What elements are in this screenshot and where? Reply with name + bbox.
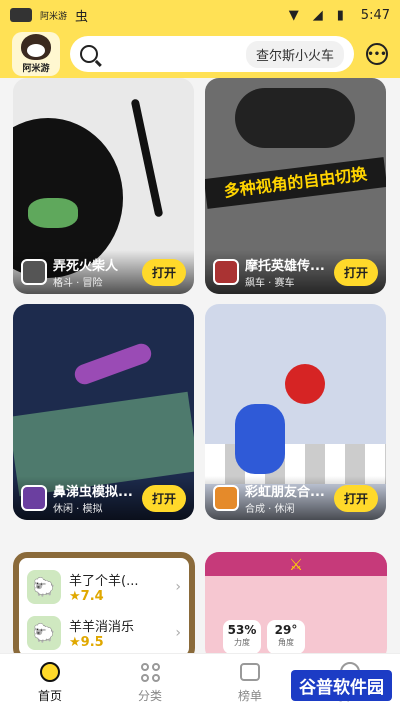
card-info: 摩托英雄传... 飙车 · 赛车 打开 <box>205 250 386 294</box>
card-art <box>235 88 355 148</box>
game-card-moto[interactable]: 多种视角的自由切换 摩托英雄传... 飙车 · 赛车 打开 <box>205 78 386 294</box>
logo-text: 阿米游 <box>22 64 50 74</box>
nav-label: 榜单 <box>237 689 262 703</box>
game-tags: 格斗 · 冒险 <box>53 278 103 289</box>
game-card-slug[interactable]: 鼻涕虫模拟... 休闲 · 模拟 打开 <box>13 304 194 520</box>
chevron-right-icon: › <box>175 579 181 595</box>
game-title: 摩托英雄传... <box>245 259 325 274</box>
stat-value: 53% <box>227 623 257 637</box>
list-item[interactable]: 🐑 羊了个羊(... ★7.4 › <box>27 564 181 610</box>
game-tags: 飙车 · 赛车 <box>245 278 295 289</box>
game-text: 弄死火柴人 格斗 · 冒险 <box>53 255 142 289</box>
nav-category[interactable]: 分类 <box>100 654 200 711</box>
status-small-label: 阿米游 <box>40 11 68 22</box>
card-info: 弄死火柴人 格斗 · 冒险 打开 <box>13 250 194 294</box>
game-icon <box>213 485 239 511</box>
list-text: 羊了个羊(... ★7.4 <box>69 570 175 604</box>
card-art <box>71 340 155 388</box>
stat-box: 29° 角度 <box>267 620 305 653</box>
status-time: 5:47 <box>360 7 390 23</box>
status-left: 阿米游 虫 <box>10 6 88 25</box>
card-art <box>28 198 78 228</box>
card-info: 彩虹朋友合... 合成 · 休闲 打开 <box>205 476 386 520</box>
sheep-icon: 🐑 <box>27 616 61 650</box>
nav-label: 分类 <box>137 689 162 703</box>
game-text: 摩托英雄传... 飙车 · 赛车 <box>245 255 334 289</box>
app-logo[interactable]: 阿米游 <box>12 32 60 76</box>
open-button[interactable]: 打开 <box>141 484 186 512</box>
open-button[interactable]: 打开 <box>141 258 186 286</box>
dog-logo-icon <box>21 34 51 60</box>
list-item[interactable]: 🐑 羊羊消消乐 ★9.5 › <box>27 610 181 653</box>
game-icon <box>21 259 47 285</box>
list-title: 羊羊消消乐 <box>69 620 135 635</box>
watermark: 谷普软件园 <box>291 670 392 701</box>
home-icon <box>39 661 61 683</box>
game-text: 鼻涕虫模拟... 休闲 · 模拟 <box>53 481 142 515</box>
stat-label: 力度 <box>234 638 250 647</box>
app-header: 阿米游 查尔斯小火车 ••• <box>0 30 400 78</box>
stat-label: 角度 <box>278 638 294 647</box>
nav-home[interactable]: 首页 <box>0 654 100 711</box>
game-text: 彩虹朋友合... 合成 · 休闲 <box>245 481 334 515</box>
card-art <box>235 404 285 474</box>
game-feed[interactable]: 弄死火柴人 格斗 · 冒险 打开 多种视角的自由切换 摩托英雄传... 飙车 ·… <box>0 78 400 653</box>
list-rating: ★7.4 <box>69 589 104 604</box>
card-banner: 多种视角的自由切换 <box>205 157 386 209</box>
list-title: 羊了个羊(... <box>69 574 139 589</box>
game-title: 彩虹朋友合... <box>245 485 325 500</box>
game-card-rainbow[interactable]: 彩虹朋友合... 合成 · 休闲 打开 <box>205 304 386 520</box>
status-bar: 阿米游 虫 ▼ ◢ ▮ 5:47 <box>0 0 400 30</box>
signal-icon: ◢ <box>312 8 323 23</box>
game-list-card: 🐑 羊了个羊(... ★7.4 › 🐑 羊羊消消乐 ★9.5 › <box>13 552 195 653</box>
game-tags: 休闲 · 模拟 <box>53 504 103 515</box>
game-icon <box>21 485 47 511</box>
game-title: 鼻涕虫模拟... <box>53 485 133 500</box>
message-icon[interactable]: ••• <box>366 43 388 65</box>
search-bar[interactable]: 查尔斯小火车 <box>70 36 354 72</box>
wifi-icon: ▼ <box>288 8 299 23</box>
card-art: ⚔ <box>205 552 387 576</box>
battery-icon: ▮ <box>336 8 344 23</box>
card-art <box>130 98 164 218</box>
nav-label: 首页 <box>37 689 62 703</box>
search-icon <box>80 45 98 63</box>
card-art <box>285 364 325 404</box>
sheep-icon: 🐑 <box>27 570 61 604</box>
game-card-party[interactable]: ⚔ 53% 力度 29° 角度 <box>205 552 387 653</box>
game-title: 弄死火柴人 <box>53 259 119 274</box>
status-right: ▼ ◢ ▮ 5:47 <box>288 7 390 24</box>
list-text: 羊羊消消乐 ★9.5 <box>69 616 175 650</box>
ranking-icon <box>239 661 261 683</box>
stat-value: 29° <box>274 623 298 637</box>
crossed-swords-icon: ⚔ <box>288 554 304 574</box>
game-card-stickman[interactable]: 弄死火柴人 格斗 · 冒险 打开 <box>13 78 194 294</box>
list-rating: ★9.5 <box>69 635 104 650</box>
open-button[interactable]: 打开 <box>333 484 378 512</box>
game-icon <box>213 259 239 285</box>
app-notification-icon <box>10 8 32 22</box>
game-tags: 合成 · 休闲 <box>245 504 295 515</box>
nav-ranking[interactable]: 榜单 <box>200 654 300 711</box>
search-hint-chip[interactable]: 查尔斯小火车 <box>245 40 344 68</box>
chevron-right-icon: › <box>175 625 181 641</box>
open-button[interactable]: 打开 <box>333 258 378 286</box>
grid-icon <box>139 661 161 683</box>
carrier-glyph: 虫 <box>75 9 89 25</box>
stats-row: 53% 力度 29° 角度 <box>223 620 305 653</box>
card-info: 鼻涕虫模拟... 休闲 · 模拟 打开 <box>13 476 194 520</box>
stat-box: 53% 力度 <box>223 620 261 653</box>
